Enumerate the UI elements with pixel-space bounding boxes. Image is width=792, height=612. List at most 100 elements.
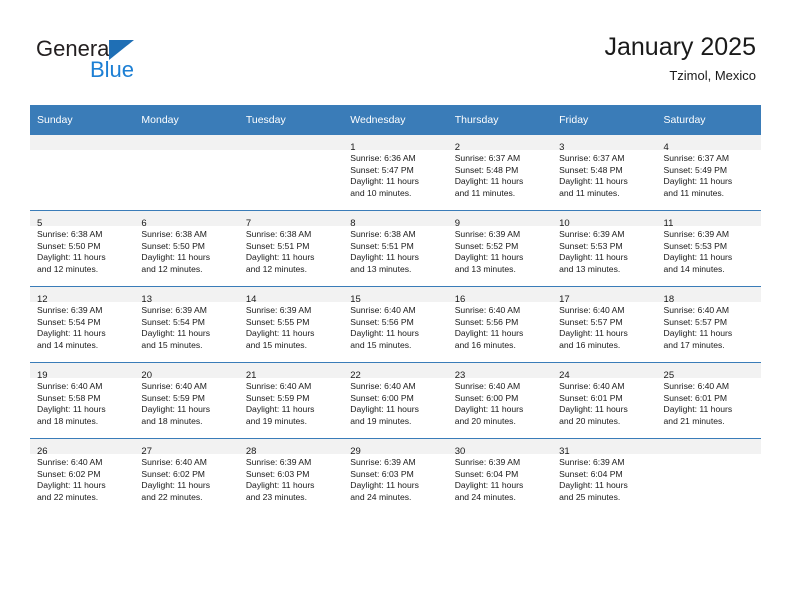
calendar-day-cell[interactable]: 17 Sunrise: 6:40 AM Sunset: 5:57 PM Dayligh… [552, 286, 657, 362]
day-detail-line: and 17 minutes. [663, 339, 725, 350]
day-number-bar: 28 [238, 439, 344, 457]
calendar-day-cell[interactable]: 12 Sunrise: 6:39 AM Sunset: 5:54 PM Dayligh… [30, 286, 135, 362]
day-detail-line: Sunset: 6:03 PM [245, 468, 310, 479]
day-detail-line: Sunset: 6:01 PM [559, 392, 623, 403]
day-number: 25 [663, 370, 675, 381]
day-detail-line: Sunset: 5:52 PM [454, 240, 519, 251]
day-detail-line: Sunrise: 6:40 AM [454, 305, 521, 315]
day-cell-inner: 7 Sunrise: 6:38 AM Sunset: 5:51 PM Daylight… [238, 210, 344, 286]
day-detail-line: and 16 minutes. [454, 339, 516, 350]
calendar-day-cell[interactable]: 2 Sunrise: 6:37 AM Sunset: 5:48 PM Daylight… [447, 134, 553, 210]
day-detail-line: Sunrise: 6:39 AM [141, 305, 207, 315]
calendar-day-cell[interactable]: 1 Sunrise: 6:36 AM Sunset: 5:47 PM Daylight… [343, 134, 448, 210]
calendar-day-cell[interactable]: 25 Sunrise: 6:40 AM Sunset: 6:01 PM Dayligh… [656, 362, 761, 438]
day-detail-lines: Sunrise: 6:39 AM Sunset: 6:03 PM Daylight:… [343, 454, 447, 503]
calendar-day-cell[interactable]: 16 Sunrise: 6:40 AM Sunset: 5:56 PM Dayligh… [447, 286, 553, 362]
day-detail-line: Sunset: 5:53 PM [559, 240, 623, 251]
day-detail-lines: Sunrise: 6:38 AM Sunset: 5:51 PM Daylight:… [239, 226, 343, 275]
day-number-bar: 13 [134, 287, 239, 305]
day-cell-inner: 28 Sunrise: 6:39 AM Sunset: 6:03 PM Dayligh… [238, 438, 344, 514]
calendar-day-cell[interactable]: 20 Sunrise: 6:40 AM Sunset: 5:59 PM Dayligh… [134, 362, 239, 438]
calendar-day-cell[interactable]: 3 Sunrise: 6:37 AM Sunset: 5:48 PM Daylight… [552, 134, 657, 210]
day-number-bar: 12 [30, 287, 135, 305]
day-detail-lines: Sunrise: 6:39 AM Sunset: 5:54 PM Daylight:… [30, 302, 134, 351]
calendar-day-cell[interactable]: 13 Sunrise: 6:39 AM Sunset: 5:54 PM Dayligh… [134, 286, 239, 362]
day-detail-lines: Sunrise: 6:39 AM Sunset: 6:04 PM Daylight:… [552, 454, 656, 503]
calendar-day-cell[interactable]: 7 Sunrise: 6:38 AM Sunset: 5:51 PM Daylight… [238, 210, 344, 286]
day-detail-line: and 19 minutes. [245, 415, 307, 426]
calendar-day-cell[interactable]: 11 Sunrise: 6:39 AM Sunset: 5:53 PM Dayligh… [656, 210, 761, 286]
day-detail-line: Sunrise: 6:38 AM [37, 229, 103, 239]
day-cell-inner: 5 Sunrise: 6:38 AM Sunset: 5:50 PM Daylight… [30, 210, 135, 286]
day-cell-inner: 26 Sunrise: 6:40 AM Sunset: 6:02 PM Dayligh… [30, 438, 135, 514]
day-number: 4 [663, 142, 669, 153]
day-number: 21 [245, 370, 257, 381]
day-detail-line: Sunset: 6:00 PM [350, 392, 414, 403]
day-detail-line: Daylight: 11 hours [141, 480, 211, 491]
day-detail-line: Sunset: 5:48 PM [454, 164, 519, 175]
day-detail-line: Sunset: 5:58 PM [37, 392, 101, 403]
day-number-bar: 20 [134, 363, 239, 381]
calendar-day-cell[interactable]: 5 Sunrise: 6:38 AM Sunset: 5:50 PM Daylight… [30, 210, 135, 286]
calendar-day-cell[interactable]: 8 Sunrise: 6:38 AM Sunset: 5:51 PM Daylight… [343, 210, 448, 286]
day-detail-lines [134, 150, 238, 153]
weekday-header-monday: Monday [134, 105, 239, 134]
title-block: January 2025 Tzimol, Mexico [604, 32, 756, 86]
day-detail-line: Daylight: 11 hours [245, 252, 315, 263]
calendar-day-cell[interactable]: 21 Sunrise: 6:40 AM Sunset: 5:59 PM Dayligh… [238, 362, 344, 438]
day-detail-line: Sunrise: 6:39 AM [559, 457, 625, 467]
day-cell-inner: 1 Sunrise: 6:36 AM Sunset: 5:47 PM Daylight… [343, 134, 448, 210]
calendar-day-cell[interactable]: 14 Sunrise: 6:39 AM Sunset: 5:55 PM Dayligh… [238, 286, 344, 362]
calendar-week-row: 12 Sunrise: 6:39 AM Sunset: 5:54 PM Dayligh… [30, 286, 761, 362]
day-detail-line: and 13 minutes. [454, 263, 516, 274]
day-cell-inner: 8 Sunrise: 6:38 AM Sunset: 5:51 PM Daylight… [343, 210, 448, 286]
day-number-bar: 4 [656, 135, 761, 153]
calendar-day-cell[interactable]: 27 Sunrise: 6:40 AM Sunset: 6:02 PM Dayligh… [134, 438, 239, 514]
day-number: 20 [141, 370, 152, 381]
day-detail-line: Sunrise: 6:38 AM [245, 229, 312, 239]
day-number-bar: 22 [343, 363, 448, 381]
calendar-day-cell[interactable]: 23 Sunrise: 6:40 AM Sunset: 6:00 PM Dayligh… [447, 362, 553, 438]
day-detail-line: Sunrise: 6:39 AM [37, 305, 103, 315]
day-number-bar: 5 [30, 211, 135, 229]
calendar-day-cell[interactable]: 28 Sunrise: 6:39 AM Sunset: 6:03 PM Dayligh… [238, 438, 344, 514]
day-detail-line: and 24 minutes. [350, 491, 412, 502]
day-cell-inner: 25 Sunrise: 6:40 AM Sunset: 6:01 PM Dayligh… [656, 362, 761, 438]
day-detail-line: Daylight: 11 hours [559, 480, 628, 491]
calendar-day-cell[interactable]: 29 Sunrise: 6:39 AM Sunset: 6:03 PM Dayligh… [343, 438, 448, 514]
calendar-day-cell[interactable]: 9 Sunrise: 6:39 AM Sunset: 5:52 PM Daylight… [447, 210, 553, 286]
day-detail-line: Sunrise: 6:37 AM [454, 153, 521, 163]
day-detail-line: Daylight: 11 hours [454, 328, 524, 339]
calendar-day-cell[interactable]: 24 Sunrise: 6:40 AM Sunset: 6:01 PM Dayligh… [552, 362, 657, 438]
calendar-day-cell[interactable]: 26 Sunrise: 6:40 AM Sunset: 6:02 PM Dayligh… [30, 438, 135, 514]
day-detail-line: Daylight: 11 hours [141, 328, 211, 339]
calendar-day-cell[interactable]: 6 Sunrise: 6:38 AM Sunset: 5:50 PM Daylight… [134, 210, 239, 286]
day-detail-lines: Sunrise: 6:40 AM Sunset: 5:59 PM Daylight:… [239, 378, 343, 427]
calendar-day-cell[interactable]: 19 Sunrise: 6:40 AM Sunset: 5:58 PM Dayligh… [30, 362, 135, 438]
day-detail-line: Sunrise: 6:39 AM [559, 229, 625, 239]
day-detail-line: Sunrise: 6:39 AM [454, 229, 521, 239]
day-number-bar: 7 [238, 211, 344, 229]
calendar-day-cell[interactable]: 10 Sunrise: 6:39 AM Sunset: 5:53 PM Dayligh… [552, 210, 657, 286]
day-detail-line: Sunrise: 6:40 AM [663, 381, 729, 391]
day-detail-lines: Sunrise: 6:40 AM Sunset: 6:02 PM Daylight:… [30, 454, 134, 503]
day-number-bar: 24 [552, 363, 657, 381]
day-detail-line: Daylight: 11 hours [245, 328, 315, 339]
calendar-day-cell[interactable]: 31 Sunrise: 6:39 AM Sunset: 6:04 PM Dayligh… [552, 438, 657, 514]
calendar-empty-cell [134, 134, 239, 210]
general-blue-logo[interactable]: General Blue [36, 36, 266, 88]
day-detail-lines: Sunrise: 6:40 AM Sunset: 6:00 PM Daylight:… [448, 378, 552, 427]
day-number: 18 [663, 294, 675, 305]
day-cell-inner: 4 Sunrise: 6:37 AM Sunset: 5:49 PM Daylight… [656, 134, 761, 210]
calendar-empty-cell [656, 438, 761, 514]
day-detail-line: and 14 minutes. [37, 339, 99, 350]
day-detail-line: Sunset: 5:57 PM [559, 316, 623, 327]
calendar-day-cell[interactable]: 18 Sunrise: 6:40 AM Sunset: 5:57 PM Dayligh… [656, 286, 761, 362]
day-detail-line: Sunrise: 6:36 AM [350, 153, 416, 163]
day-detail-line: Sunset: 5:56 PM [454, 316, 519, 327]
calendar-day-cell[interactable]: 30 Sunrise: 6:39 AM Sunset: 6:04 PM Dayligh… [447, 438, 553, 514]
calendar-day-cell[interactable]: 22 Sunrise: 6:40 AM Sunset: 6:00 PM Dayligh… [343, 362, 448, 438]
calendar-day-cell[interactable]: 4 Sunrise: 6:37 AM Sunset: 5:49 PM Daylight… [656, 134, 761, 210]
calendar-day-cell[interactable]: 15 Sunrise: 6:40 AM Sunset: 5:56 PM Dayligh… [343, 286, 448, 362]
calendar-week-row: 5 Sunrise: 6:38 AM Sunset: 5:50 PM Daylight… [30, 210, 761, 286]
